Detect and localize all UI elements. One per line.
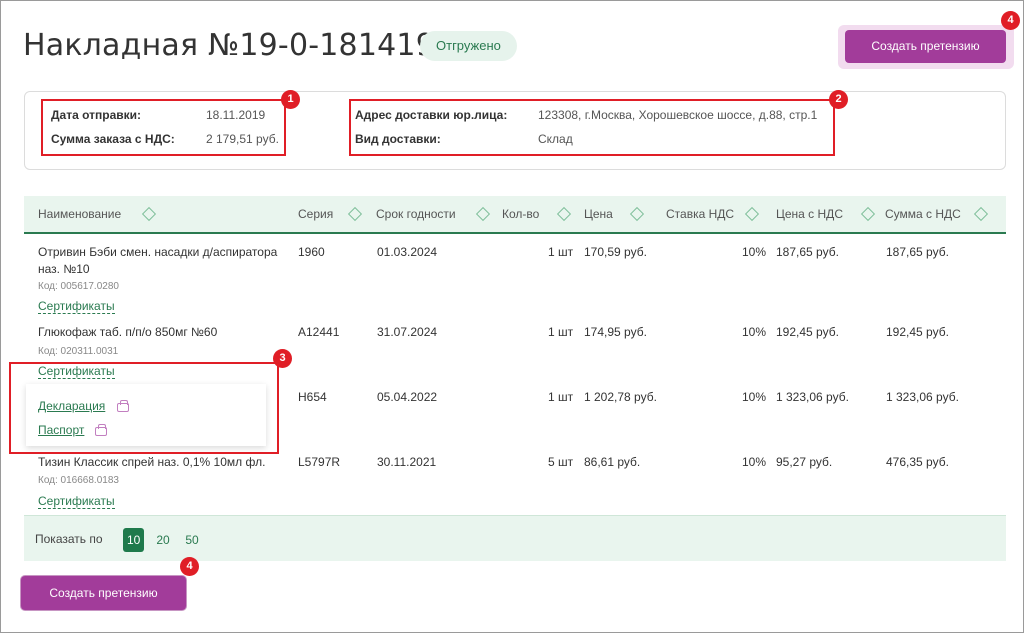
certificates-link[interactable]: Сертификаты [38, 299, 115, 314]
sort-icon[interactable] [141, 206, 157, 222]
page-size-50[interactable]: 50 [182, 528, 202, 552]
page-size-10[interactable]: 10 [123, 528, 145, 552]
price-vat-cell: 192,45 руб. [776, 325, 839, 339]
product-code: Код: 016668.0183 [38, 475, 119, 486]
series-cell: A12441 [298, 325, 340, 339]
vat-cell: 10% [742, 245, 767, 259]
price-vat-cell: 1 323,06 руб. [776, 390, 849, 404]
product-name: Глюкофаж таб. п/п/о 850мг №60 [38, 325, 218, 339]
marker-badge-4-top: 4 [1001, 11, 1020, 30]
certificates-link[interactable]: Сертификаты [38, 494, 115, 509]
column-header-name[interactable]: Наименование [38, 196, 121, 232]
page-size-20[interactable]: 20 [153, 528, 173, 552]
product-name-cont: наз. №10 [38, 262, 90, 276]
sort-icon[interactable] [556, 206, 572, 222]
price-cell: 1 202,78 руб. [584, 390, 657, 404]
product-code: Код: 020311.0031 [38, 346, 119, 357]
product-name: Тизин Классик спрей наз. 0,1% 10мл фл. [38, 455, 266, 469]
sort-icon[interactable] [629, 206, 645, 222]
sum-vat-cell: 1 323,06 руб. [886, 390, 959, 404]
column-header-sum-vat[interactable]: Сумма с НДС [885, 196, 961, 232]
vat-cell: 10% [742, 455, 767, 469]
series-cell: 1960 [298, 245, 325, 259]
column-header-vat-rate[interactable]: Ставка НДС [666, 196, 734, 232]
highlight-box-2 [349, 99, 835, 156]
vat-cell: 10% [742, 390, 767, 404]
table-header: Наименование Серия Срок годности Кол-во … [24, 196, 1006, 234]
qty-cell: 5 шт [548, 455, 574, 469]
sort-icon[interactable] [744, 206, 760, 222]
sort-icon[interactable] [347, 206, 363, 222]
expiry-cell: 01.03.2024 [377, 245, 438, 259]
price-cell: 170,59 руб. [584, 245, 647, 259]
expiry-cell: 05.04.2022 [377, 390, 438, 404]
expiry-cell: 31.07.2024 [377, 325, 438, 339]
page-size-bar: Показать по 10 20 50 [24, 515, 1006, 561]
column-header-price-vat[interactable]: Цена с НДС [776, 196, 843, 232]
product-code: Код: 005617.0280 [38, 281, 119, 292]
column-header-expiry[interactable]: Срок годности [376, 196, 456, 232]
vat-cell: 10% [742, 325, 767, 339]
expiry-cell: 30.11.2021 [377, 455, 437, 469]
price-vat-cell: 95,27 руб. [776, 455, 833, 469]
qty-cell: 1 шт [548, 325, 574, 339]
marker-badge-1: 1 [281, 90, 300, 109]
price-vat-cell: 187,65 руб. [776, 245, 839, 259]
sort-icon[interactable] [860, 206, 876, 222]
marker-badge-3: 3 [273, 349, 292, 368]
column-header-qty[interactable]: Кол-во [502, 196, 539, 232]
qty-cell: 1 шт [548, 390, 574, 404]
column-header-price[interactable]: Цена [584, 196, 613, 232]
sum-vat-cell: 187,65 руб. [886, 245, 949, 259]
column-header-series[interactable]: Серия [298, 196, 333, 232]
status-badge: Отгружено [420, 31, 517, 61]
sum-vat-cell: 192,45 руб. [886, 325, 949, 339]
sum-vat-cell: 476,35 руб. [886, 455, 949, 469]
price-cell: 174,95 руб. [584, 325, 647, 339]
series-cell: L5797R [298, 455, 341, 469]
product-name: Отривин Бэби смен. насадки д/аспиратора [38, 245, 278, 259]
page-size-label: Показать по [35, 532, 103, 546]
series-cell: H654 [298, 390, 327, 404]
highlight-box-3 [9, 362, 279, 454]
create-claim-button-top[interactable]: Создать претензию [845, 30, 1006, 63]
price-cell: 86,61 руб. [584, 455, 641, 469]
sort-icon[interactable] [973, 206, 989, 222]
qty-cell: 1 шт [548, 245, 574, 259]
sort-icon[interactable] [475, 206, 491, 222]
marker-badge-2: 2 [829, 90, 848, 109]
create-claim-button-bottom[interactable]: Создать претензию [21, 576, 186, 610]
highlight-box-1 [41, 99, 286, 156]
marker-badge-4-bottom: 4 [180, 557, 199, 576]
page-title: Накладная №19-0-1814190 [23, 28, 455, 63]
